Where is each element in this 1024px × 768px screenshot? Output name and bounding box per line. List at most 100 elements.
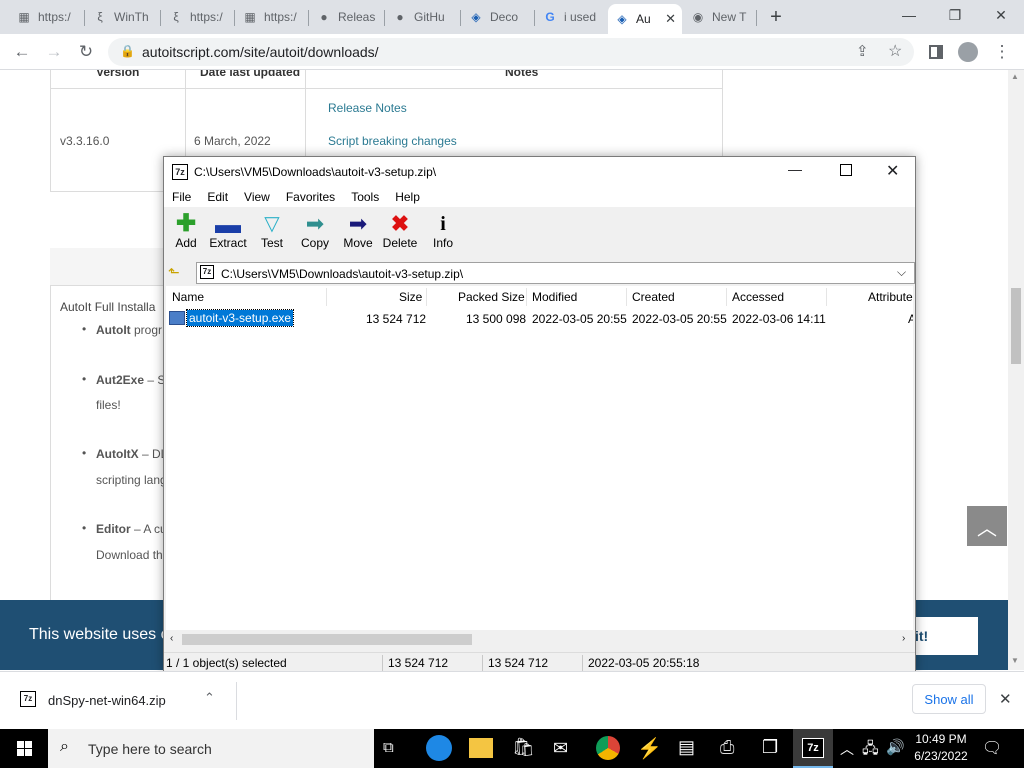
copy-button[interactable]: ➡ Copy xyxy=(293,212,337,258)
minimize-button[interactable]: — xyxy=(886,0,932,30)
move-button[interactable]: ➡ Move xyxy=(336,212,380,258)
task-view-icon[interactable]: ⧉ xyxy=(383,739,394,756)
close-shelf-icon[interactable]: ✕ xyxy=(999,690,1012,708)
path-combobox[interactable]: 7z C:\Users\VM5\Downloads\autoit-v3-setu… xyxy=(196,262,915,284)
close-tab-icon[interactable]: ✕ xyxy=(665,11,676,27)
col-header-modified[interactable]: Modified xyxy=(532,286,577,308)
network-icon[interactable]: 🖧 xyxy=(862,738,879,763)
hscroll-thumb[interactable] xyxy=(182,634,472,645)
app-taskbar-icon-3[interactable]: ⎙ xyxy=(720,737,734,758)
col-separator[interactable] xyxy=(526,288,527,306)
tab-3[interactable]: ξ https:/ xyxy=(162,4,234,30)
script-breaking-changes-link[interactable]: Script breaking changes xyxy=(328,134,457,148)
new-tab-button[interactable]: + xyxy=(754,2,798,32)
file-list[interactable]: Name Size Packed Size Modified Created A… xyxy=(166,286,913,630)
back-to-top-button[interactable]: ︿ xyxy=(967,506,1007,546)
download-filename[interactable]: dnSpy-net-win64.zip xyxy=(48,693,166,708)
folder-up-icon[interactable]: ⬑ xyxy=(168,264,186,282)
tab-separator xyxy=(384,10,385,26)
star-icon[interactable]: ☆ xyxy=(888,41,902,61)
edge-icon[interactable] xyxy=(426,735,452,761)
col-header-packed-size[interactable]: Packed Size xyxy=(458,286,525,308)
scrollbar-thumb[interactable] xyxy=(1011,288,1021,364)
add-button[interactable]: ✚ Add xyxy=(164,212,208,258)
extract-button[interactable]: ▬ Extract xyxy=(206,211,250,258)
menu-file[interactable]: File xyxy=(164,190,199,204)
chevron-up-icon[interactable]: ⌃ xyxy=(204,690,215,706)
app-taskbar-icon-4[interactable]: ❐ xyxy=(762,737,778,758)
scroll-down-icon[interactable]: ▼ xyxy=(1011,656,1019,665)
tab-9-active[interactable]: ◈ Au ✕ xyxy=(608,4,682,34)
tab-1[interactable]: ▦ https:/ xyxy=(10,4,84,30)
avatar-icon xyxy=(958,42,978,62)
col-separator[interactable] xyxy=(426,288,427,306)
address-bar[interactable]: 🔒 autoitscript.com/site/autoit/downloads… xyxy=(108,38,914,66)
app-taskbar-icon[interactable]: ⚡ xyxy=(637,736,662,761)
close-window-button[interactable]: ✕ xyxy=(978,0,1024,30)
file-explorer-icon[interactable] xyxy=(469,738,493,758)
sevenzip-close-button[interactable]: ✕ xyxy=(886,161,899,181)
col-separator[interactable] xyxy=(326,288,327,306)
bullet-editor-cont: Download th xyxy=(96,548,163,562)
file-name-selected[interactable]: autoit-v3-setup.exe xyxy=(185,309,295,327)
col-header-name[interactable]: Name xyxy=(172,286,204,308)
menu-button[interactable]: ⋮ xyxy=(988,40,1016,64)
tab-6[interactable]: ● GitHu xyxy=(386,4,460,30)
col-header-accessed[interactable]: Accessed xyxy=(732,286,784,308)
tab-10[interactable]: ◉ New T xyxy=(684,4,756,30)
tab-8[interactable]: Gi used xyxy=(536,4,606,30)
mail-icon[interactable]: ✉ xyxy=(553,738,568,759)
shelf-divider xyxy=(236,682,237,720)
page-scrollbar[interactable]: ▲ ▼ xyxy=(1008,70,1024,670)
taskbar-search-box[interactable]: ⌕ Type here to search xyxy=(48,729,374,768)
test-button[interactable]: ▽ Test xyxy=(250,212,294,258)
tab-7[interactable]: ◈ Deco xyxy=(462,4,534,30)
store-icon[interactable]: 🛍 xyxy=(512,737,535,758)
col-header-created[interactable]: Created xyxy=(632,286,675,308)
release-notes-link[interactable]: Release Notes xyxy=(328,101,407,115)
menu-help[interactable]: Help xyxy=(387,190,428,204)
col-header-size[interactable]: Size xyxy=(399,286,422,308)
side-panel-button[interactable] xyxy=(922,40,950,64)
tab-4[interactable]: ▦ https:/ xyxy=(236,4,308,30)
scroll-up-icon[interactable]: ▲ xyxy=(1011,72,1019,81)
notifications-icon[interactable]: 🗨 xyxy=(982,738,1002,758)
restore-button[interactable]: ❐ xyxy=(932,0,978,30)
info-button[interactable]: i Info xyxy=(421,212,465,258)
sevenzip-logo-icon: 7z xyxy=(172,164,188,180)
volume-icon[interactable]: 🔊 xyxy=(886,738,905,756)
app-taskbar-icon-2[interactable]: ▤ xyxy=(678,737,695,758)
sevenzip-minimize-button[interactable]: — xyxy=(788,161,802,177)
scroll-left-icon[interactable]: ‹ xyxy=(170,633,173,644)
sevenzip-titlebar[interactable]: 7z C:\Users\VM5\Downloads\autoit-v3-setu… xyxy=(164,157,915,187)
col-separator[interactable] xyxy=(726,288,727,306)
delete-button[interactable]: ✖ Delete xyxy=(378,212,422,258)
show-all-button[interactable]: Show all xyxy=(912,684,986,714)
menu-edit[interactable]: Edit xyxy=(199,190,236,204)
scroll-right-icon[interactable]: › xyxy=(902,633,905,644)
autoit-icon: ◈ xyxy=(617,12,627,26)
tab-5[interactable]: ● Releas xyxy=(310,4,384,30)
reload-button[interactable]: ↻ xyxy=(72,40,100,64)
sevenzip-taskbar-button[interactable]: 7z xyxy=(793,729,833,768)
back-button[interactable]: ← xyxy=(8,40,36,64)
col-separator[interactable] xyxy=(826,288,827,306)
horizontal-scrollbar[interactable]: ‹ › xyxy=(166,631,913,648)
cookie-accept-button[interactable]: it! xyxy=(915,617,978,655)
start-button[interactable] xyxy=(0,729,48,768)
chrome-taskbar-icon[interactable] xyxy=(596,736,620,760)
forward-button[interactable]: → xyxy=(40,40,68,64)
menu-tools[interactable]: Tools xyxy=(343,190,387,204)
col-separator[interactable] xyxy=(626,288,627,306)
col-header-attribute[interactable]: Attribute xyxy=(868,286,913,308)
share-icon[interactable]: ⇪ xyxy=(856,42,869,60)
tab-separator xyxy=(460,10,461,26)
tab-2[interactable]: ξ WinTh xyxy=(86,4,160,30)
menu-favorites[interactable]: Favorites xyxy=(278,190,343,204)
menu-view[interactable]: View xyxy=(236,190,278,204)
profile-button[interactable] xyxy=(954,40,982,64)
show-hidden-icons-icon[interactable]: ︿ xyxy=(840,739,854,759)
clock[interactable]: 10:49 PM 6/23/2022 xyxy=(912,731,970,765)
chevron-down-icon[interactable]: ⌵ xyxy=(897,265,906,280)
sevenzip-maximize-button[interactable] xyxy=(840,164,852,176)
